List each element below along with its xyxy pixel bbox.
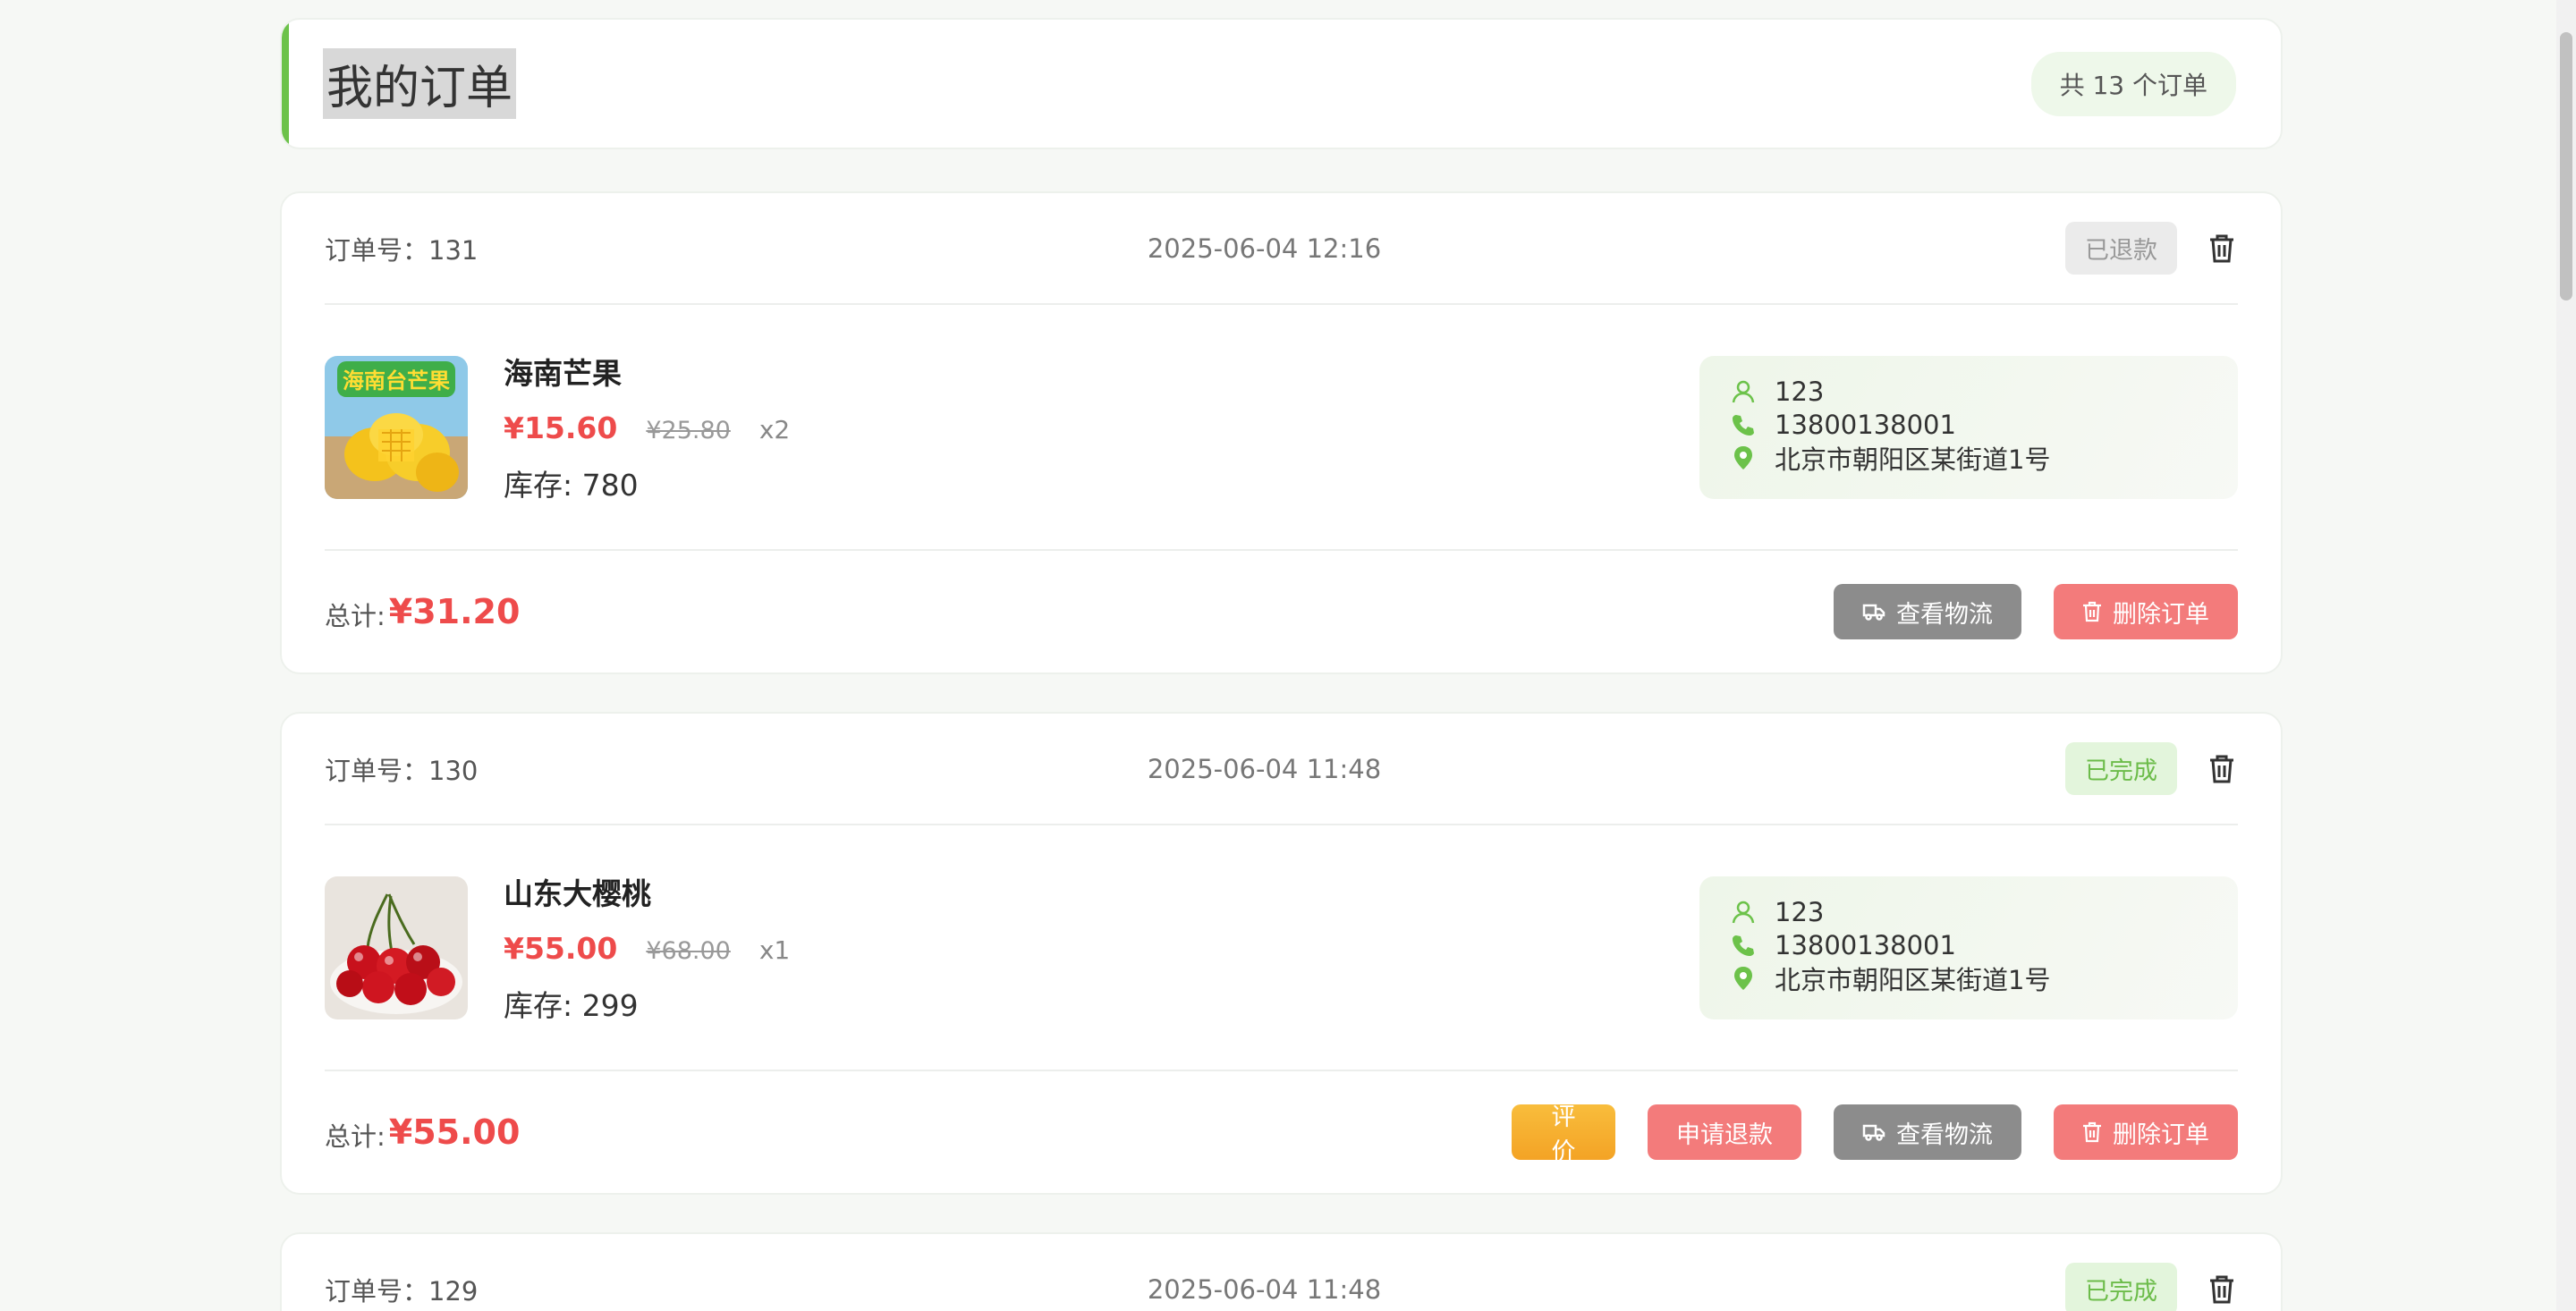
order-card-130: 订单号：130 2025-06-04 11:48 已完成 山东大樱桃 ¥55.0… [280,712,2283,1195]
truck-icon [1862,1124,1885,1141]
shipping-address-box: 123 13800138001 北京市朝阳区某街道1号 [1699,875,2238,1019]
status-badge: 已退款 [2065,222,2177,275]
address-line: 北京市朝阳区某街道1号 [1732,442,2206,475]
product-image-cherry[interactable] [325,875,468,1019]
product-info: 海南芒果 ¥15.60 ¥25.80 x2 库存: 780 [504,350,790,504]
phone-icon [1733,935,1754,956]
order-card-129: 订单号：129 2025-06-04 11:48 已完成 [280,1232,2283,1311]
quantity: x2 [758,415,791,444]
order-footer: 总计: ¥55.00 评价 申请退款 查看物流 删除订单 [325,1071,2238,1193]
status-badge: 已完成 [2065,742,2177,795]
original-price: ¥25.80 [646,417,731,444]
order-time: 2025-06-04 11:48 [1147,1273,1382,1305]
orders-page: 我的订单 共 13 个订单 订单号：131 2025-06-04 12:16 已… [280,18,2283,1311]
total-label: 总计: [325,1121,386,1152]
review-button[interactable]: 评价 [1512,1104,1615,1166]
phone-line: 13800138001 [1732,409,2206,442]
receiver-address: 北京市朝阳区某街道1号 [1775,444,2051,475]
order-time: 2025-06-04 11:48 [1147,753,1382,784]
order-body: 海南台芒果 海南芒果 ¥15.60 ¥25.80 x2 库存: 780 123 … [325,305,2238,551]
total-amount: ¥31.20 [388,592,521,631]
product-name: 山东大樱桃 [504,876,651,911]
location-icon [1734,967,1752,990]
order-card-131: 订单号：131 2025-06-04 12:16 已退款 海南台芒果 海南芒果 … [280,191,2283,674]
view-logistics-button[interactable]: 查看物流 [1834,1104,2021,1160]
receiver-name: 123 [1775,376,1825,407]
trash-icon [2083,1121,2101,1143]
user-icon [1732,901,1755,924]
order-actions: 评价 申请退款 查看物流 删除订单 [1512,1104,2238,1166]
order-count-badge: 共 13 个订单 [2030,51,2236,116]
receiver-phone: 13800138001 [1775,410,1956,440]
order-number: 订单号：131 [325,234,479,266]
shipping-address-box: 123 13800138001 北京市朝阳区某街道1号 [1699,355,2238,499]
receiver-phone: 13800138001 [1775,930,1956,960]
price-line: ¥15.60 ¥25.80 x2 [504,410,790,445]
user-icon [1732,380,1755,403]
delete-order-label: 删除订单 [2113,1121,2209,1149]
receiver-name: 123 [1775,897,1825,927]
order-number: 订单号：130 [325,755,479,786]
order-header-right: 已完成 [2065,1263,2238,1311]
phone-icon [1733,415,1754,436]
trash-icon [2083,601,2101,622]
scrollbar-thumb[interactable] [2560,32,2572,300]
order-header-right: 已完成 [2065,742,2238,795]
trash-icon[interactable] [2206,751,2238,787]
request-refund-label: 申请退款 [1676,1121,1773,1149]
price-line: ¥55.00 ¥68.00 x1 [504,931,790,966]
vertical-scrollbar[interactable] [2556,0,2576,1311]
view-logistics-label: 查看物流 [1896,600,1993,629]
current-price: ¥15.60 [504,410,618,445]
header-accent-bar [282,20,289,148]
receiver-address: 北京市朝阳区某街道1号 [1775,965,2051,995]
request-refund-button[interactable]: 申请退款 [1648,1104,1801,1160]
delete-order-label: 删除订单 [2113,600,2209,629]
stock: 库存: 780 [504,468,639,503]
original-price: ¥68.00 [646,937,731,965]
trash-icon[interactable] [2206,1272,2238,1307]
product-info: 山东大樱桃 ¥55.00 ¥68.00 x1 库存: 299 [504,870,790,1025]
mango-image-label: 海南台芒果 [343,368,450,393]
trash-icon[interactable] [2206,231,2238,266]
status-badge: 已完成 [2065,1263,2177,1311]
review-label: 评价 [1551,1104,1576,1166]
address-line: 北京市朝阳区某街道1号 [1732,962,2206,995]
product-image-mango[interactable]: 海南台芒果 [325,355,468,499]
order-body: 山东大樱桃 ¥55.00 ¥68.00 x1 库存: 299 123 13800… [325,825,2238,1071]
total-label: 总计: [325,601,386,631]
order-header: 订单号：130 2025-06-04 11:48 已完成 [325,714,2238,825]
view-logistics-button[interactable]: 查看物流 [1834,584,2021,639]
page-title: 我的订单 [323,48,517,119]
order-number: 订单号：129 [325,1275,479,1307]
order-header: 订单号：131 2025-06-04 12:16 已退款 [325,193,2238,305]
quantity: x1 [758,935,791,965]
product-name: 海南芒果 [504,356,622,391]
phone-line: 13800138001 [1732,929,2206,962]
receiver-line: 123 [1732,376,2206,409]
delete-order-button[interactable]: 删除订单 [2054,584,2238,639]
view-logistics-label: 查看物流 [1896,1121,1993,1149]
truck-icon [1862,604,1885,621]
order-footer: 总计: ¥31.20 查看物流 删除订单 [325,551,2238,672]
delete-order-button[interactable]: 删除订单 [2054,1104,2238,1160]
order-header-right: 已退款 [2065,222,2238,275]
location-icon [1734,446,1752,469]
current-price: ¥55.00 [504,931,618,966]
order-header: 订单号：129 2025-06-04 11:48 已完成 [325,1234,2238,1311]
total-amount: ¥55.00 [388,1112,521,1152]
receiver-line: 123 [1732,896,2206,929]
order-time: 2025-06-04 12:16 [1147,233,1382,264]
order-actions: 查看物流 删除订单 [1834,584,2238,639]
stock: 库存: 299 [504,988,639,1023]
page-header: 我的订单 共 13 个订单 [280,18,2283,149]
